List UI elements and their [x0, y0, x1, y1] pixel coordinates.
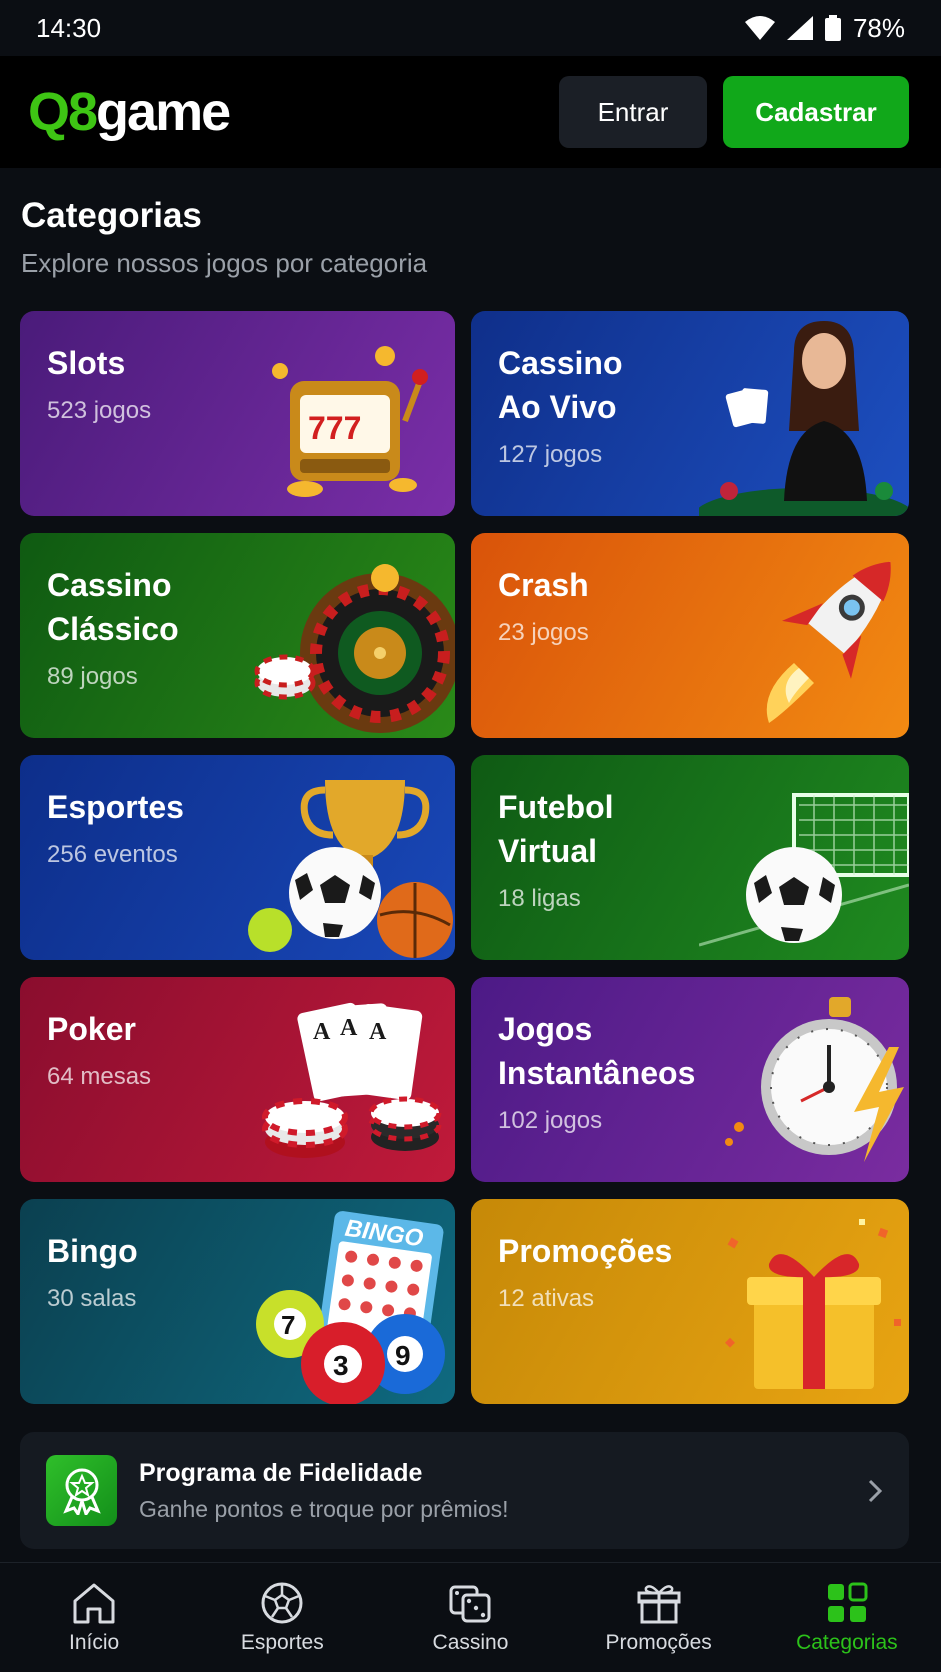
app-header: Q8 game Entrar Cadastrar — [0, 56, 941, 168]
category-count: 30 salas — [47, 1285, 137, 1312]
category-count: 102 jogos — [498, 1107, 603, 1134]
svg-text:A: A — [313, 1019, 331, 1045]
battery-percent: 78% — [852, 12, 905, 43]
stopwatch-icon — [725, 997, 904, 1162]
page-title: Categorias — [21, 196, 202, 235]
bingo-ball-9: 9 — [395, 1340, 411, 1371]
svg-text:A: A — [369, 1019, 387, 1045]
category-card-poker[interactable]: Poker 64 mesas A A A — [20, 977, 455, 1182]
card-text: Esportes 256 eventos — [47, 785, 277, 869]
category-title: Esportes — [47, 789, 184, 825]
category-title: Futebol Virtual — [498, 789, 614, 869]
nav-item-sports[interactable]: Esportes — [197, 1581, 367, 1655]
grid-icon — [827, 1582, 868, 1622]
category-title: Cassino Clássico — [47, 567, 179, 647]
card-text: Bingo 30 salas — [47, 1229, 277, 1313]
card-text: Poker 64 mesas — [47, 1007, 277, 1091]
status-time: 14:30 — [36, 12, 102, 43]
category-card-live-casino[interactable]: Cassino Ao Vivo 127 jogos — [471, 311, 909, 516]
status-bar: 14:30 78% — [0, 0, 941, 56]
category-count: 23 jogos — [498, 619, 589, 646]
chevron-right-icon — [868, 1479, 883, 1502]
category-title: Promoções — [498, 1233, 673, 1269]
category-title: Jogos Instantâneos — [498, 1011, 696, 1091]
card-text: Cassino Ao Vivo 127 jogos — [498, 341, 728, 469]
category-card-promotions[interactable]: Promoções 12 ativas — [471, 1199, 909, 1404]
login-button[interactable]: Entrar — [559, 76, 707, 148]
home-icon — [73, 1583, 115, 1623]
category-title: Crash — [498, 567, 589, 603]
category-title: Slots — [47, 345, 126, 381]
cellular-signal-icon — [786, 16, 813, 40]
medal-icon — [46, 1455, 117, 1526]
category-card-classic-casino[interactable]: Cassino Clássico 89 jogos — [20, 533, 455, 738]
wifi-icon — [744, 16, 775, 40]
page-subtitle: Explore nossos jogos por categoria — [21, 248, 428, 278]
card-text: Slots 523 jogos — [47, 341, 277, 425]
category-count: 18 ligas — [498, 885, 581, 912]
status-indicators: 78% — [744, 12, 905, 44]
gift-icon — [725, 1219, 901, 1389]
q8game-logo[interactable]: Q8 game — [28, 81, 231, 143]
battery-icon — [824, 15, 841, 41]
logo-game: game — [96, 82, 231, 142]
bottom-nav: Início Esportes Cassino Promoções Catego… — [0, 1562, 941, 1672]
bingo-ball-7: 7 — [281, 1310, 295, 1340]
category-count: 12 ativas — [498, 1285, 595, 1312]
card-text: Promoções 12 ativas — [498, 1229, 728, 1313]
category-count: 523 jogos — [47, 397, 152, 424]
nav-label: Cassino — [432, 1630, 509, 1654]
nav-item-categories[interactable]: Categorias — [762, 1581, 932, 1655]
nav-item-casino[interactable]: Cassino — [385, 1581, 555, 1655]
nav-item-promotions[interactable]: Promoções — [574, 1581, 744, 1655]
auth-buttons: Entrar Cadastrar — [559, 76, 909, 148]
soccer-ball-icon — [261, 1582, 303, 1623]
loyalty-subtitle: Ganhe pontos e troque por prêmios! — [139, 1495, 509, 1522]
svg-text:A: A — [340, 1015, 358, 1041]
card-text: Jogos Instantâneos 102 jogos — [498, 1007, 728, 1135]
loyalty-program-banner[interactable]: Programa de Fidelidade Ganhe pontos e tr… — [20, 1432, 909, 1549]
nav-item-home[interactable]: Início — [9, 1581, 179, 1655]
card-text: Crash 23 jogos — [498, 563, 728, 647]
nav-label: Promoções — [605, 1630, 712, 1654]
card-text: Cassino Clássico 89 jogos — [47, 563, 277, 691]
category-title: Cassino Ao Vivo — [498, 345, 623, 425]
register-button[interactable]: Cadastrar — [723, 76, 909, 148]
loyalty-title: Programa de Fidelidade — [139, 1458, 423, 1487]
bingo-ball-3: 3 — [333, 1350, 349, 1381]
logo-q8: Q8 — [28, 82, 98, 142]
nav-label: Esportes — [240, 1630, 324, 1654]
category-title: Poker — [47, 1011, 136, 1047]
loyalty-text: Programa de Fidelidade Ganhe pontos e tr… — [139, 1459, 867, 1523]
card-text: Futebol Virtual 18 ligas — [498, 785, 728, 913]
soccer-goal-icon — [699, 793, 909, 947]
category-title: Bingo — [47, 1233, 138, 1269]
category-count: 256 eventos — [47, 841, 178, 868]
svg-text:777: 777 — [308, 410, 361, 446]
live-dealer-icon — [699, 321, 909, 516]
category-card-sports[interactable]: Esportes 256 eventos — [20, 755, 455, 960]
category-card-instant-games[interactable]: Jogos Instantâneos 102 jogos — [471, 977, 909, 1182]
category-count: 127 jogos — [498, 441, 603, 468]
category-card-crash[interactable]: Crash 23 jogos — [471, 533, 909, 738]
category-grid: Slots 523 jogos 777 Cassino Ao Vivo 127 … — [20, 311, 909, 1404]
category-count: 64 mesas — [47, 1063, 152, 1090]
category-card-slots[interactable]: Slots 523 jogos 777 — [20, 311, 455, 516]
category-count: 89 jogos — [47, 663, 138, 690]
nav-label: Início — [68, 1630, 120, 1654]
category-card-virtual-football[interactable]: Futebol Virtual 18 ligas — [471, 755, 909, 960]
nav-label: Categorias — [796, 1630, 898, 1654]
dice-icon — [449, 1585, 491, 1622]
rocket-icon — [766, 561, 891, 723]
category-card-bingo[interactable]: Bingo 30 salas BINGO 7 9 3 — [20, 1199, 455, 1404]
gift-icon — [637, 1584, 681, 1623]
